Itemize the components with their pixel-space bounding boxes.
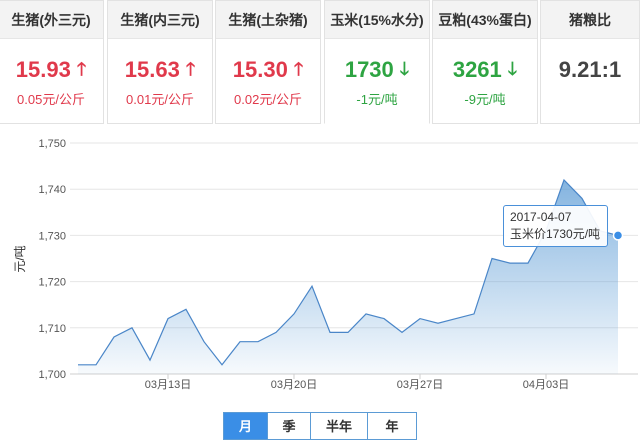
price-cards: 生猪(外三元) 15.93 🡑 0.05元/公斤 生猪(内三元) 15.63 🡑 0… [0,0,641,124]
period-selector: 月 季 半年 年 [223,412,417,440]
card-title: 猪粮比 [541,1,639,39]
series-points [612,230,624,241]
card-price: 15.30 🡑 [232,57,304,82]
card-price: 15.63 🡑 [124,57,196,82]
price-card-hog-grain-ratio[interactable]: 猪粮比 9.21:1 [540,0,640,124]
y-tick-label: 1,700 [38,369,66,381]
card-title: 生猪(土杂猪) [216,1,320,39]
card-delta: -9元/吨 [464,92,506,107]
x-axis-ticks: 03月13日 03月20日 03月27日 04月03日 [70,373,638,391]
tooltip-date: 2017-04-07 [510,210,572,224]
price-card-corn[interactable]: 玉米(15%水分) 1730 🡓 -1元/吨 [324,0,430,124]
card-price: 1730 🡓 [344,57,410,82]
y-tick-label: 1,740 [38,184,66,196]
x-tick-label: 03月20日 [271,379,317,391]
price-card-pig-outer[interactable]: 生猪(外三元) 15.93 🡑 0.05元/公斤 [0,0,104,124]
x-tick-label: 04月03日 [523,379,569,391]
x-tick-label: 03月13日 [145,379,191,391]
card-price: 9.21:1 [558,57,622,82]
arrow-down-icon: 🡓 [399,59,410,79]
chart-tooltip: 2017-04-07 玉米价1730元/吨 [503,205,608,247]
card-delta: 0.02元/公斤 [234,92,302,107]
period-button-half-year[interactable]: 半年 [311,412,368,440]
arrow-down-icon: 🡓 [507,59,518,79]
highlighted-data-point[interactable] [612,230,624,241]
tooltip-text: 玉米价1730元/吨 [510,227,601,241]
card-delta: 0.01元/公斤 [126,92,194,107]
period-button-month[interactable]: 月 [223,412,268,440]
card-price: 3261 🡓 [452,57,518,82]
y-tick-label: 1,730 [38,230,66,242]
card-title: 生猪(内三元) [108,1,212,39]
y-tick-label: 1,710 [38,323,66,335]
arrow-up-icon: 🡑 [293,59,304,79]
y-axis-label: 元/吨 [13,245,27,272]
card-title: 生猪(外三元) [0,1,103,39]
period-button-quarter[interactable]: 季 [268,412,311,440]
y-tick-label: 1,750 [38,138,66,150]
period-button-year[interactable]: 年 [368,412,417,440]
arrow-up-icon: 🡑 [185,59,196,79]
card-delta: -1元/吨 [356,92,398,107]
y-axis-ticks: 1,700 1,710 1,720 1,730 1,740 1,750 [38,138,66,381]
x-tick-label: 03月27日 [397,379,443,391]
price-card-soymeal[interactable]: 豆粕(43%蛋白) 3261 🡓 -9元/吨 [432,0,538,124]
arrow-up-icon: 🡑 [76,59,87,79]
corn-price-chart: 1,7001,7101,7201,7301,7401,750 03月13日 03月… [13,138,638,391]
card-price: 15.93 🡑 [15,57,87,82]
card-title: 豆粕(43%蛋白) [433,1,537,39]
price-card-pig-local[interactable]: 生猪(土杂猪) 15.30 🡑 0.02元/公斤 [215,0,321,124]
y-tick-label: 1,720 [38,277,66,289]
card-title: 玉米(15%水分) [325,1,429,39]
price-card-pig-inner[interactable]: 生猪(内三元) 15.63 🡑 0.01元/公斤 [107,0,213,124]
card-delta: 0.05元/公斤 [17,92,85,107]
